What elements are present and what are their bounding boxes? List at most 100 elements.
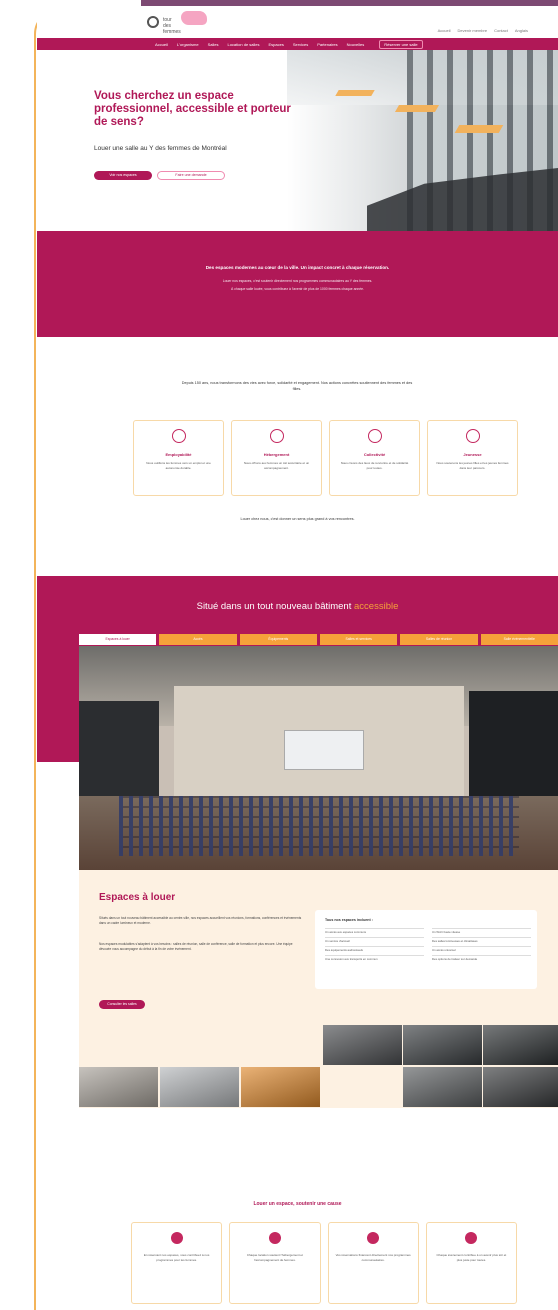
hero-photo-light (454, 125, 504, 133)
star-icon (465, 1232, 478, 1244)
cause-card: Vos réservations financent directement n… (327, 1222, 419, 1304)
gallery-thumb[interactable] (483, 1067, 558, 1107)
list-item: Des salles lumineuses et climatisées (432, 937, 531, 943)
utility-link[interactable]: Devenir membre (458, 28, 488, 33)
tab-acces[interactable]: Accès (159, 634, 237, 645)
gallery-thumb[interactable] (241, 1067, 320, 1107)
employability-icon (171, 429, 186, 443)
included-list: Un accès aux espaces communs Un Wi-Fi ha… (325, 928, 531, 961)
rent-tagline: Louer chez nous, c'est donner un sens pl… (240, 517, 355, 521)
logo-blob-icon (181, 11, 207, 25)
heart-icon (170, 1232, 183, 1244)
cause-card: Chaque événement contribue à un avenir p… (425, 1222, 517, 1304)
utility-link[interactable]: Contact (494, 28, 508, 33)
list-item: Des équipements audiovisuels (325, 946, 424, 952)
espaces-title: Espaces à louer (99, 892, 176, 903)
page: tour des femmes Accueil Devenir membre C… (37, 0, 558, 1310)
nav-item[interactable]: Services (293, 42, 308, 47)
cause-card-text: Vos réservations financent directement n… (335, 1253, 411, 1262)
housing-icon (269, 429, 284, 443)
logo[interactable]: tour des femmes (147, 11, 207, 35)
logo-mark-icon (147, 16, 159, 28)
mission-card[interactable]: Collectivité Nous créons des lieux de re… (329, 420, 420, 496)
logo-text: tour des femmes (163, 17, 181, 35)
cause-card: En réservant nos espaces, vous contribue… (131, 1222, 223, 1304)
tab-equipements[interactable]: Équipements (239, 634, 317, 645)
card-desc: Nous soutenons les jeunes filles et les … (436, 461, 509, 470)
reserve-button[interactable]: Réserver une salle (379, 39, 423, 49)
cause-cards: En réservant nos espaces, vous contribue… (131, 1222, 517, 1304)
youth-icon (465, 429, 480, 443)
list-item: Un Wi-Fi haute vitesse (432, 928, 531, 934)
mission-card[interactable]: Jeunesse Nous soutenons les jeunes fille… (427, 420, 518, 496)
accessible-heading-main: Situé dans un tout nouveau bâtiment (196, 601, 352, 612)
tab-salle-evenementielle[interactable]: Salle événementielle (480, 634, 558, 645)
espaces-paragraph: Situés dans un tout nouveau bâtiment acc… (99, 916, 302, 925)
nav-item[interactable]: Espaces (269, 42, 284, 47)
cause-title: Louer un espace, soutenir une cause (253, 1201, 342, 1207)
community-icon (367, 429, 382, 443)
impact-band: Des espaces modernes au cœur de la ville… (37, 231, 558, 337)
utility-links: Accueil Devenir membre Contact Anglais (438, 28, 528, 33)
card-title: Hébergement (263, 452, 290, 457)
list-item: Une connexion aux transports en commun (325, 955, 424, 961)
tab-espaces[interactable]: Espaces à louer (79, 634, 157, 645)
impact-line: À chaque salle louée, vous contribuez à … (231, 287, 364, 291)
conference-room-photo (79, 646, 558, 870)
gallery-thumb[interactable] (79, 1067, 158, 1107)
hero-photo-light (335, 90, 375, 96)
utility-link[interactable]: Anglais (515, 28, 528, 33)
card-title: Collectivité (363, 452, 386, 457)
nav-item[interactable]: Location de salles (227, 42, 259, 47)
projection-screen (284, 730, 364, 770)
view-rooms-button[interactable]: Consulter les salles (99, 1000, 145, 1009)
list-item: Un service d'accueil (325, 937, 424, 943)
nav-item[interactable]: Nouvelles (347, 42, 365, 47)
space-tabs: Espaces à louer Accès Équipements Salles… (79, 634, 558, 645)
cause-card-text: En réservant nos espaces, vous contribue… (143, 1253, 210, 1262)
list-item: Un accès aux espaces communs (325, 928, 424, 934)
list-item: Un accès universel (432, 946, 531, 952)
card-desc: Nous offrons aux femmes un toit sécurita… (243, 461, 310, 470)
card-desc: Nous outillons les femmes vers un emploi… (146, 461, 211, 470)
cause-card-text: Chaque location soutient l'hébergement e… (246, 1253, 303, 1262)
espaces-paragraph: Nos espaces modulables s'adaptent à vos … (99, 942, 293, 951)
gallery-thumb[interactable] (323, 1025, 402, 1065)
gallery-thumb[interactable] (403, 1025, 482, 1065)
request-button[interactable]: Faire une demande (157, 171, 225, 180)
mission-card[interactable]: Hébergement Nous offrons aux femmes un t… (231, 420, 322, 496)
mission-cards: Employabilité Nous outillons les femmes … (133, 420, 518, 496)
gallery-thumb[interactable] (403, 1067, 482, 1107)
list-item: Des options de traiteur sur demande (432, 955, 531, 961)
photo-chairs (119, 796, 519, 856)
gallery-thumb[interactable] (160, 1067, 239, 1107)
gallery-thumb[interactable] (483, 1025, 558, 1065)
included-list-box: Tous nos espaces incluent : Un accès aux… (315, 910, 537, 989)
nav-item[interactable]: Partenaires (317, 42, 337, 47)
hands-icon (268, 1232, 281, 1244)
utility-link[interactable]: Accueil (438, 28, 451, 33)
mission-card[interactable]: Employabilité Nous outillons les femmes … (133, 420, 224, 496)
top-strip (141, 0, 558, 6)
impact-line: Louer nos espaces, c'est soutenir direct… (222, 279, 373, 283)
card-title: Employabilité (165, 452, 192, 457)
eye-icon (367, 1232, 380, 1244)
nav-item[interactable]: L'organisme (177, 42, 199, 47)
gallery (79, 1025, 558, 1108)
hero: Vous cherchez un espace professionnel, a… (37, 50, 558, 231)
nav-item[interactable]: Salles (208, 42, 219, 47)
cause-card-text: Chaque événement contribue à un avenir p… (436, 1253, 507, 1262)
hero-title: Vous cherchez un espace professionnel, a… (94, 90, 291, 128)
tab-salles-services[interactable]: Salles et services (319, 634, 398, 645)
main-nav: Accueil L'organisme Salles Location de s… (37, 38, 558, 50)
included-list-title: Tous nos espaces incluent : (325, 918, 373, 922)
tab-salles-reunion[interactable]: Salles de réunion (400, 634, 478, 645)
view-spaces-button[interactable]: Voir nos espaces (94, 171, 152, 180)
impact-headline: Des espaces modernes au cœur de la ville… (205, 265, 390, 270)
accessible-heading: Situé dans un tout nouveau bâtiment acce… (37, 601, 558, 612)
nav-item[interactable]: Accueil (155, 42, 168, 47)
hero-photo-light (394, 105, 440, 112)
accessible-heading-accent: accessible (354, 601, 399, 612)
hero-subtitle: Louer une salle au Y des femmes de Montr… (94, 145, 227, 152)
card-desc: Nous créons des lieux de rencontre et de… (340, 461, 409, 470)
